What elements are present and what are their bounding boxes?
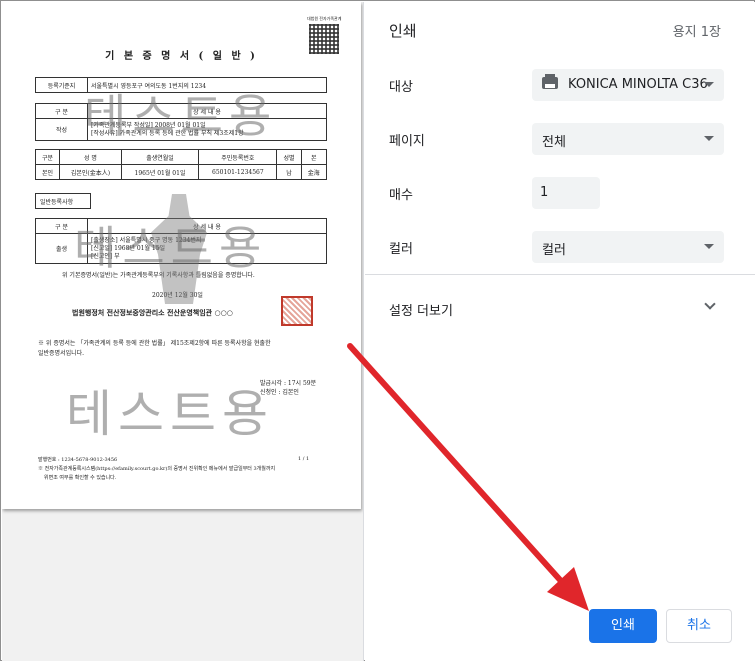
footer-note: ※ 전자가족관계등록시스템(https://efamily.scourt.go.… [38,466,276,472]
footer-note: 위변조 여부를 확인할 수 있습니다. [44,475,117,481]
person-header: 성 명 [59,149,122,165]
document-title: 기 본 증 명 서 ( 일 반 ) [105,51,258,62]
watermark-text: 테스트용 [66,385,274,443]
destination-label: 대상 [389,80,413,95]
copies-input[interactable]: 1 [532,177,600,209]
cancel-button[interactable]: 취소 [666,609,732,643]
pages-label: 페이지 [389,134,425,149]
note-text: 일반증명서입니다. [38,350,85,357]
person-cell: 金海 [300,164,328,180]
destination-value: KONICA MINOLTA C36 [568,77,708,92]
chevron-down-icon [704,82,714,87]
print-settings-panel: 인쇄 용지 1장 대상 KONICA MINOLTA C36 페이지 전체 매수… [365,2,755,661]
person-cell: 김본인(金本人) [59,164,122,180]
page-number: 1 / 1 [298,456,310,462]
birth-detail: [출생장소] 서울특별시 중구 명동 1234번지 [신고일] 1968년 01… [87,233,327,264]
creation-line: [작성사유] 가족관계의 등록 등에 관한 법률 부칙 제3조제1항 [91,129,244,137]
more-settings-toggle[interactable]: 설정 더보기 [389,300,453,319]
color-label: 컬러 [389,242,413,257]
person-header: 출생연월일 [120,149,200,165]
note-text: ※ 위 증명서는 「가족관계의 등록 등에 관한 법률」 제15조제2항에 따른… [38,340,271,347]
registry-label: 등록기준지 [35,77,88,93]
color-value: 컬러 [542,243,566,258]
person-cell: 1965년 01월 01일 [120,164,200,180]
printer-icon [542,74,558,89]
creation-table: 구 분 상 세 내 용 작성 [가족관계등록부 작성일] 2008년 01월 0… [35,103,327,141]
preview-page: 대법원 전자가족관계 기 본 증 명 서 ( 일 반 ) 등록기준지 서울특별시… [2,2,361,509]
official-seal [281,296,313,326]
divider [365,274,755,275]
person-header: 구분 [34,149,61,165]
general-section-label: 일반등록사항 [35,193,91,209]
sheet-count: 용지 1장 [672,25,721,40]
birth-line: [신고일] 1968년 01월 15일 [91,244,166,252]
birth-line: [출생장소] 서울특별시 중구 명동 1234번지 [91,236,202,244]
birth-line: [신고인] 부 [91,252,120,260]
certify-text: 위 기본증명서(일반)는 가족관계등록부의 기록사항과 틀림없음을 증명합니다. [62,272,255,279]
chevron-down-icon [704,136,714,141]
pages-select[interactable]: 전체 [532,123,724,155]
person-table: 구분 성 명 출생연월일 주민등록번호 성별 본 본인 김본인(金本人) 196… [34,149,328,180]
section-header: 구 분 [35,103,88,119]
qr-label: 대법원 전자가족관계 [307,16,342,21]
creation-line: [가족관계등록부 작성일] 2008년 01월 01일 [91,121,206,129]
color-select[interactable]: 컬러 [532,231,724,263]
registry-table: 등록기준지 서울특별시 영등포구 여의도동 1번지의 1234 [35,77,327,93]
issue-time: 발급시각 : 17시 59분 [260,380,317,387]
issuer-text: 법원행정처 전산정보중앙관리소 전산운영책임관 ○○○ [72,308,233,317]
pages-value: 전체 [542,135,566,150]
destination-select[interactable]: KONICA MINOLTA C36 [532,69,724,101]
person-cell: 남 [276,164,302,180]
person-header: 성별 [276,149,302,165]
copies-label: 매수 [389,188,413,203]
person-header: 주민등록번호 [198,149,278,165]
print-button[interactable]: 인쇄 [589,609,657,643]
print-dialog: 대법원 전자가족관계 기 본 증 명 서 ( 일 반 ) 등록기준지 서울특별시… [0,0,755,661]
chevron-down-icon[interactable] [704,298,716,310]
person-header: 본 [300,149,328,165]
detail-header: 상 세 내 용 [87,218,327,234]
serial-number: 발행번호 : 1234-5678-9012-3456 [38,457,118,463]
creation-label: 작성 [35,118,88,141]
print-preview-pane: 대법원 전자가족관계 기 본 증 명 서 ( 일 반 ) 등록기준지 서울특별시… [2,2,364,661]
applicant: 신청인 : 김본인 [260,389,299,396]
person-cell: 본인 [34,164,61,180]
birth-label: 출생 [35,233,88,264]
dialog-title: 인쇄 [389,22,417,40]
person-cell: 650101-1234567 [198,164,278,180]
section-header: 구 분 [35,218,88,234]
detail-header: 상 세 내 용 [87,103,327,119]
creation-detail: [가족관계등록부 작성일] 2008년 01월 01일 [작성사유] 가족관계의… [87,118,327,141]
registry-value: 서울특별시 영등포구 여의도동 1번지의 1234 [87,77,327,93]
chevron-down-icon [704,244,714,249]
